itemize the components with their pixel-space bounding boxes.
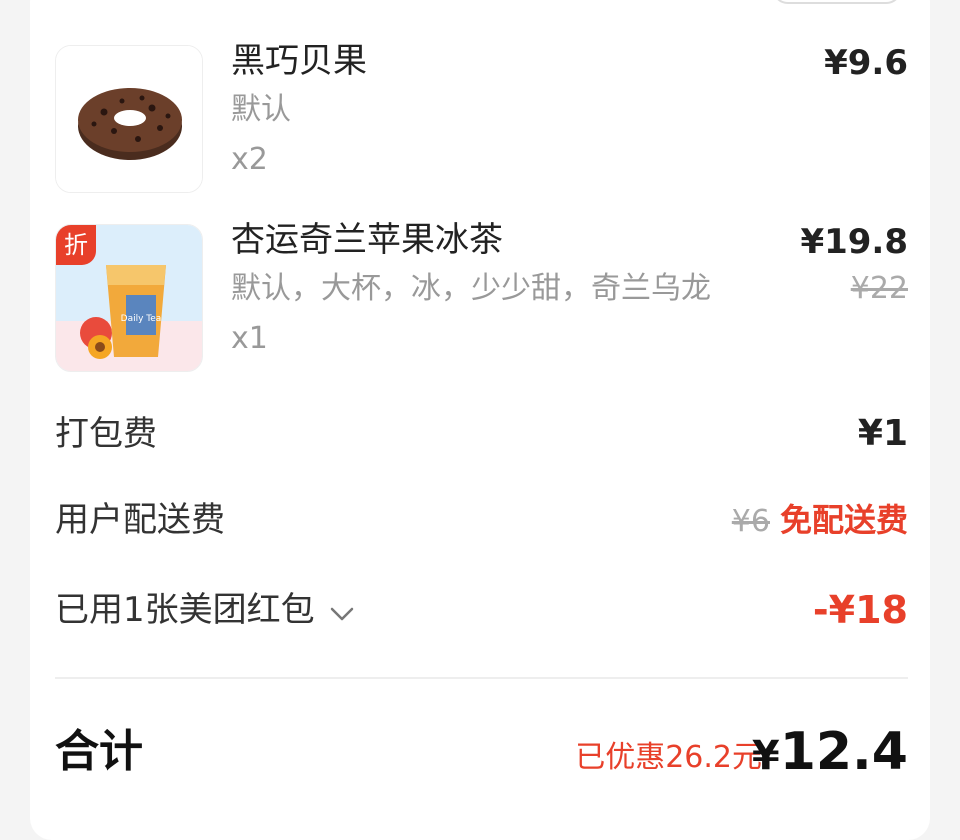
currency-symbol: ¥: [751, 733, 780, 779]
packing-fee-row: 打包费 ¥1: [55, 410, 908, 460]
item-name: 黑巧贝果: [231, 41, 367, 81]
item-price: ¥19.8: [800, 222, 908, 262]
order-item[interactable]: 黑巧贝果 默认 x2 ¥9.6: [55, 41, 908, 195]
delivery-fee-value-group: ¥6 免配送费: [732, 496, 908, 546]
delivery-fee-label: 用户配送费: [55, 500, 225, 540]
red-packet-value: -¥18: [812, 588, 908, 632]
red-packet-label-group[interactable]: 已用1张美团红包: [55, 586, 355, 636]
item-original-price: ¥22: [850, 271, 908, 306]
total-label: 合计: [55, 726, 143, 777]
divider: [55, 677, 908, 679]
total-amount-value: 12.4: [779, 722, 908, 782]
chevron-down-icon[interactable]: [329, 588, 355, 636]
red-packet-row[interactable]: 已用1张美团红包 -¥18: [55, 586, 908, 636]
discount-summary: 已优惠26.2元: [575, 740, 762, 775]
packing-fee-value: ¥1: [857, 413, 908, 454]
delivery-original-fee: ¥6: [731, 504, 770, 539]
item-spec: 默认: [231, 92, 291, 127]
delivery-fee-row: 用户配送费 ¥6 免配送费: [55, 496, 908, 546]
item-name: 杏运奇兰苹果冰茶: [231, 220, 503, 260]
free-delivery-label: 免配送费: [779, 501, 908, 539]
item-price: ¥9.6: [824, 43, 908, 83]
item-quantity: x2: [231, 142, 268, 177]
chocolate-bagel-image: [55, 45, 203, 193]
packing-fee-label: 打包费: [55, 414, 157, 454]
total-amount: ¥12.4: [752, 720, 908, 788]
order-item[interactable]: Daily Tea 折 杏运奇兰苹果冰茶 默认，大杯，冰，少少甜，奇兰乌龙 x1…: [55, 220, 908, 374]
top-button-partial[interactable]: [772, 0, 902, 4]
discount-badge: 折: [56, 225, 96, 265]
red-packet-label: 已用1张美团红包: [55, 590, 315, 630]
apple-iced-tea-image: Daily Tea 折: [55, 224, 203, 372]
item-spec: 默认，大杯，冰，少少甜，奇兰乌龙: [231, 271, 711, 306]
item-quantity: x1: [231, 321, 268, 356]
image-text: Daily Tea: [121, 314, 162, 324]
